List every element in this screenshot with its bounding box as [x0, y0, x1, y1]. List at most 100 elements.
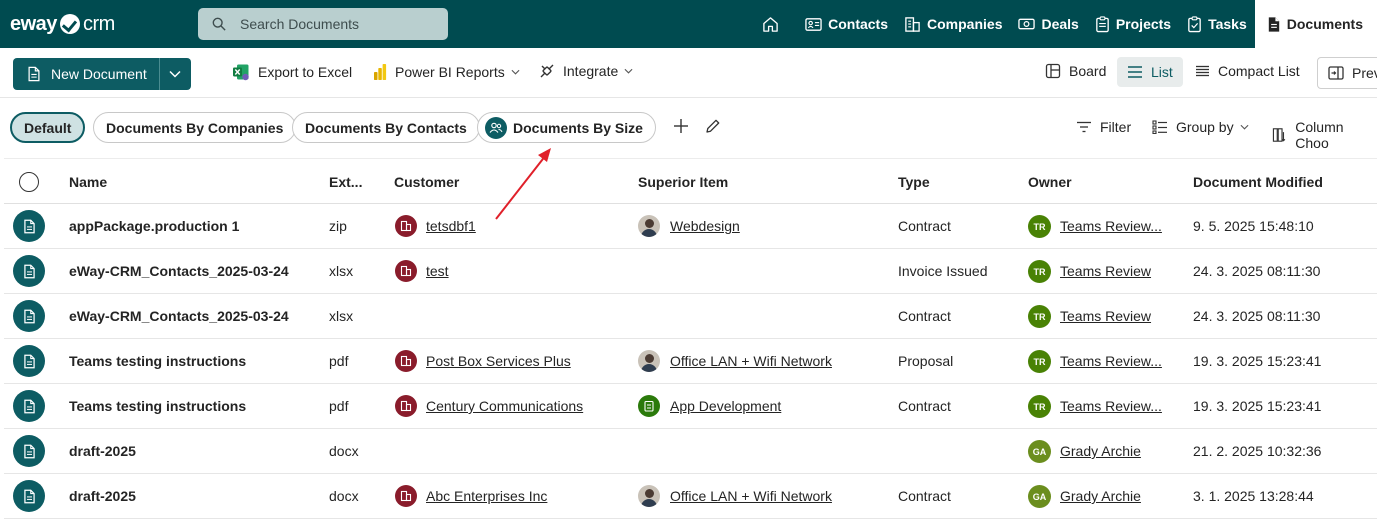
cell-customer-link[interactable]: Abc Enterprises Inc — [426, 488, 547, 504]
column-header-document-modified[interactable]: Document Modified — [1193, 174, 1323, 190]
cell-document-modified: 9. 5. 2025 15:48:10 — [1193, 218, 1314, 234]
view-tab-companies-label: Documents By Companies — [106, 119, 284, 136]
nav-projects[interactable]: Projects — [1087, 0, 1179, 48]
cell-customer-link[interactable]: tetsdbf1 — [426, 218, 476, 234]
cell-document-modified: 3. 1. 2025 13:28:44 — [1193, 488, 1314, 504]
cell-type: Proposal — [898, 353, 954, 369]
add-view-button[interactable] — [673, 118, 697, 134]
owner-avatar: TR — [1028, 215, 1051, 238]
cell-name: appPackage.production 1 — [69, 218, 240, 234]
column-header-type[interactable]: Type — [898, 174, 930, 190]
cell-extension: xlsx — [329, 308, 354, 324]
cell-type: Invoice Issued — [898, 263, 988, 279]
search-icon — [212, 17, 226, 31]
edit-view-button[interactable] — [705, 118, 729, 134]
document-icon[interactable] — [13, 210, 45, 242]
cell-superior-item-link[interactable]: Office LAN + Wifi Network — [670, 353, 832, 369]
cell-owner-link[interactable]: Teams Review... — [1060, 218, 1162, 234]
logo-eway-text: eway — [10, 12, 57, 35]
table-row[interactable]: appPackage.production 1 zip tetsdbf1 Webdes… — [4, 204, 1377, 249]
nav-companies[interactable]: Companies — [896, 0, 1010, 48]
column-header-name[interactable]: Name — [69, 174, 107, 190]
chevron-down-icon — [624, 68, 633, 74]
owner-avatar: GA — [1028, 440, 1051, 463]
column-chooser-label: Column Choo — [1295, 119, 1344, 151]
app-logo[interactable]: eway crm — [10, 11, 115, 37]
cell-customer-link[interactable]: test — [426, 263, 449, 279]
cell-customer-link[interactable]: Century Communications — [426, 398, 583, 414]
nav-contacts[interactable]: Contacts — [797, 0, 896, 48]
new-document-label: New Document — [51, 66, 147, 82]
document-icon[interactable] — [13, 435, 45, 467]
table-row[interactable]: draft-2025 docx Abc Enterprises Inc Office … — [4, 474, 1377, 519]
export-excel-label: Export to Excel — [258, 64, 353, 80]
column-header-customer[interactable]: Customer — [394, 174, 459, 190]
column-header-superior-item[interactable]: Superior Item — [638, 174, 728, 190]
owner-avatar: TR — [1028, 305, 1051, 328]
nav-home[interactable] — [750, 0, 797, 48]
documents-icon — [1268, 16, 1279, 32]
cell-owner-link[interactable]: Grady Archie — [1060, 443, 1141, 459]
view-tab-default[interactable]: Default — [10, 112, 86, 143]
table-row[interactable]: eWay-CRM_Contacts_2025-03-24 xlsx Contract… — [4, 294, 1377, 339]
cell-superior-item-link[interactable]: Office LAN + Wifi Network — [670, 488, 832, 504]
person-photo-icon — [638, 215, 660, 237]
cell-owner-link[interactable]: Teams Review — [1060, 263, 1151, 279]
table-row[interactable]: Teams testing instructions pdf Post Box Se… — [4, 339, 1377, 384]
cell-superior-item-link[interactable]: Webdesign — [670, 218, 740, 234]
table-row[interactable]: draft-2025 docx GA Grady Archie 21. 2. 2025 … — [4, 429, 1377, 474]
view-tab-documents-by-size[interactable]: Documents By Size — [477, 112, 656, 143]
documents-table: Name Ext... Customer Superior Item Type … — [4, 158, 1377, 519]
cell-superior-item-link[interactable]: App Development — [670, 398, 781, 414]
table-row[interactable]: Teams testing instructions pdf Century Com… — [4, 384, 1377, 429]
chevron-down-icon — [1240, 124, 1249, 130]
column-chooser-button[interactable]: Column Choo — [1272, 119, 1377, 151]
integrate-button[interactable]: Integrate — [539, 63, 633, 79]
column-header-owner[interactable]: Owner — [1028, 174, 1072, 190]
search-input[interactable] — [240, 16, 430, 32]
search-box[interactable] — [198, 8, 448, 40]
cell-owner-link[interactable]: Teams Review... — [1060, 353, 1162, 369]
list-icon — [1128, 66, 1142, 78]
cell-owner-link[interactable]: Teams Review — [1060, 308, 1151, 324]
filter-button[interactable]: Filter — [1076, 119, 1131, 135]
nav-tasks-label: Tasks — [1208, 16, 1247, 32]
new-document-button[interactable]: New Document — [13, 58, 160, 90]
new-document-dropdown[interactable] — [159, 58, 191, 90]
export-excel-button[interactable]: Export to Excel — [232, 63, 352, 81]
preview-button[interactable]: Prev — [1317, 57, 1377, 89]
view-tab-documents-by-companies[interactable]: Documents By Companies — [93, 112, 297, 143]
cell-owner-link[interactable]: Teams Review... — [1060, 398, 1162, 414]
cell-extension: docx — [329, 488, 359, 504]
logo-crm-text: crm — [82, 12, 115, 35]
document-icon[interactable] — [13, 300, 45, 332]
compact-list-view-button[interactable]: Compact List — [1195, 63, 1300, 79]
cell-document-modified: 21. 2. 2025 10:32:36 — [1193, 443, 1322, 459]
new-document-split-button: New Document — [13, 58, 191, 90]
owner-avatar: GA — [1028, 485, 1051, 508]
view-tab-documents-by-contacts[interactable]: Documents By Contacts — [292, 112, 480, 143]
cell-customer-link[interactable]: Post Box Services Plus — [426, 353, 571, 369]
nav-deals[interactable]: Deals — [1010, 0, 1086, 48]
group-by-button[interactable]: Group by — [1152, 119, 1249, 135]
column-header-extension[interactable]: Ext... — [329, 174, 362, 190]
document-icon[interactable] — [13, 345, 45, 377]
cell-extension: pdf — [329, 353, 349, 369]
top-bar: eway crm Contacts Companies Deals Projec… — [0, 0, 1377, 48]
deals-icon — [1018, 18, 1036, 30]
table-row[interactable]: eWay-CRM_Contacts_2025-03-24 xlsx test Invo… — [4, 249, 1377, 294]
list-view-button[interactable]: List — [1117, 57, 1183, 87]
cell-owner-link[interactable]: Grady Archie — [1060, 488, 1141, 504]
group-by-label: Group by — [1176, 119, 1234, 135]
power-bi-button[interactable]: Power BI Reports — [373, 63, 520, 81]
nav-tasks[interactable]: Tasks — [1179, 0, 1255, 48]
nav-documents[interactable]: Documents — [1254, 0, 1377, 48]
document-icon[interactable] — [13, 390, 45, 422]
preview-label: Prev — [1352, 65, 1377, 81]
nav-companies-label: Companies — [927, 16, 1003, 32]
board-view-button[interactable]: Board — [1045, 63, 1106, 79]
document-icon[interactable] — [13, 480, 45, 512]
select-all-checkbox[interactable] — [19, 172, 39, 192]
document-icon[interactable] — [13, 255, 45, 287]
compact-list-label: Compact List — [1218, 63, 1300, 79]
